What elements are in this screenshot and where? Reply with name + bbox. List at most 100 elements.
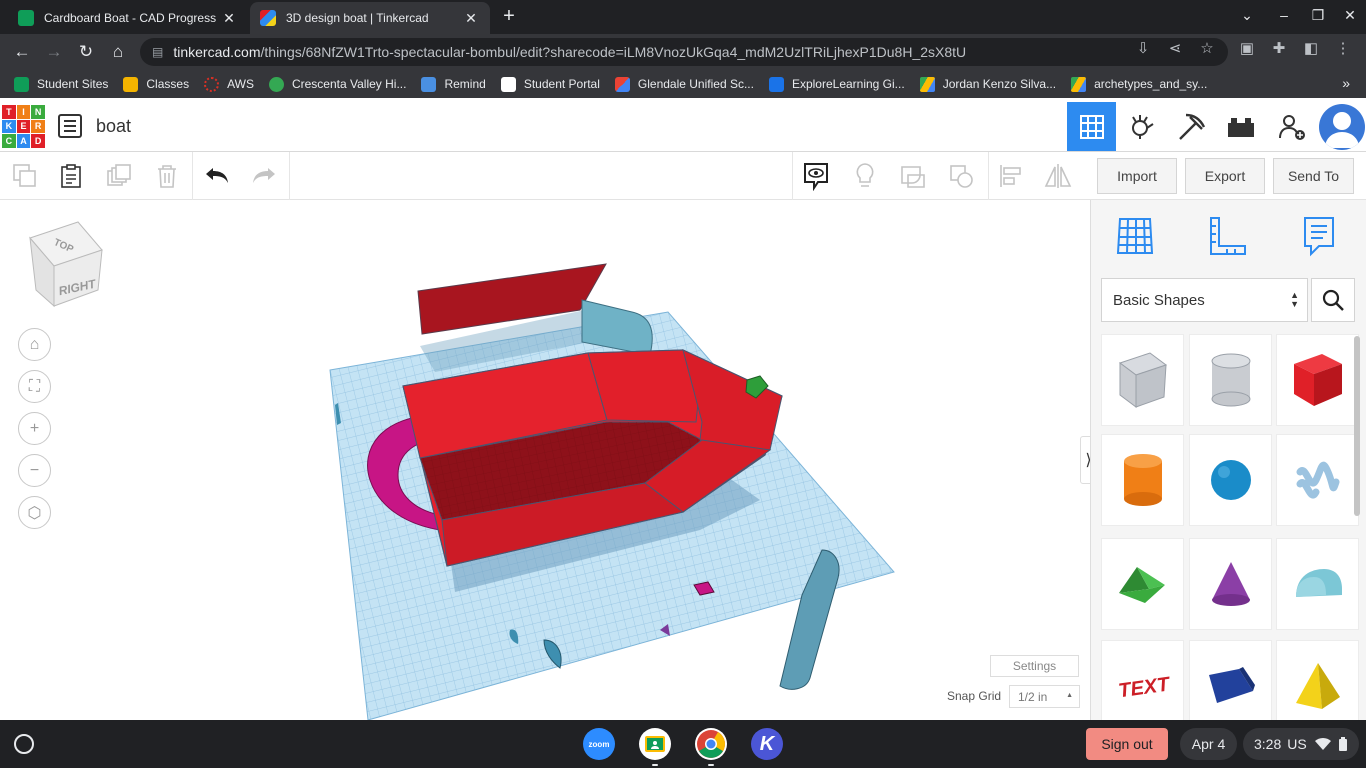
- panel-scrollbar[interactable]: [1354, 336, 1360, 516]
- export-button[interactable]: Export: [1185, 158, 1265, 194]
- shape-roof[interactable]: [1101, 538, 1184, 630]
- bookmark-aws[interactable]: AWS: [204, 76, 254, 92]
- design-name[interactable]: boat: [96, 116, 131, 137]
- tab-search-icon[interactable]: ⌄: [1237, 7, 1257, 24]
- bookmark-classes[interactable]: Classes: [123, 76, 189, 92]
- zoom-app-label: zoom: [588, 739, 610, 749]
- zoom-in-icon[interactable]: +: [18, 412, 51, 445]
- bookmark-jordan-kenzo[interactable]: Jordan Kenzo Silva...: [919, 76, 1056, 92]
- share-icon[interactable]: ⋖: [1165, 39, 1185, 57]
- extension-icon[interactable]: ▣: [1237, 39, 1257, 57]
- zoom-out-icon[interactable]: −: [18, 454, 51, 487]
- shape-pyramid[interactable]: [1276, 640, 1359, 720]
- home-icon[interactable]: ⌂: [106, 40, 130, 64]
- collapse-panel-button[interactable]: ⟩: [1080, 436, 1090, 484]
- bookmark-explorelearning[interactable]: ExploreLearning Gi...: [768, 76, 905, 92]
- minimize-icon[interactable]: –: [1274, 7, 1294, 23]
- ortho-perspective-icon[interactable]: ⬡: [18, 496, 51, 529]
- workplane-tool-icon[interactable]: [1113, 214, 1157, 258]
- bookmark-remind[interactable]: Remind: [421, 76, 486, 92]
- minecraft-pickaxe-icon[interactable]: [1167, 102, 1216, 151]
- google-classroom-app-icon[interactable]: [639, 728, 671, 760]
- home-view-icon[interactable]: ⌂: [18, 328, 51, 361]
- shape-box-hole[interactable]: [1101, 334, 1184, 426]
- undo-icon[interactable]: [202, 161, 232, 191]
- bookmark-student-portal[interactable]: Student Portal: [500, 76, 600, 92]
- shape-library-select[interactable]: Basic Shapes ▲ ▼: [1101, 278, 1308, 322]
- browser-tab-tinkercad[interactable]: 3D design boat | Tinkercad ✕: [250, 2, 490, 34]
- side-panel-icon[interactable]: ◧: [1301, 39, 1321, 57]
- back-icon[interactable]: ←: [10, 40, 34, 64]
- duplicate-icon[interactable]: [104, 161, 134, 191]
- search-shapes-button[interactable]: [1311, 278, 1355, 322]
- import-button[interactable]: Import: [1097, 158, 1177, 194]
- send-to-button[interactable]: Send To: [1273, 158, 1354, 194]
- shape-half-sphere[interactable]: [1189, 640, 1272, 720]
- shape-text[interactable]: TEXT: [1101, 640, 1184, 720]
- chrome-menu-icon[interactable]: ⋮: [1333, 39, 1353, 57]
- lego-bricks-icon[interactable]: [1216, 102, 1265, 151]
- sign-out-button[interactable]: Sign out: [1086, 728, 1168, 760]
- design-list-icon[interactable]: [58, 114, 82, 138]
- fit-view-icon[interactable]: ⛶: [18, 370, 51, 403]
- browser-tab-cad-progress[interactable]: Cardboard Boat - CAD Progress ✕: [8, 2, 248, 34]
- workplane-canvas[interactable]: TOP RIGHT ⌂ ⛶ + − ⬡ Settings Snap Grid 1…: [0, 200, 1090, 720]
- delete-icon[interactable]: [152, 161, 182, 191]
- shape-box[interactable]: [1276, 334, 1359, 426]
- shape-round-roof[interactable]: [1276, 538, 1359, 630]
- close-tab-icon[interactable]: ✕: [220, 10, 238, 27]
- forward-icon[interactable]: →: [42, 40, 66, 64]
- more-bookmarks-icon[interactable]: »: [1342, 75, 1350, 91]
- shape-sphere[interactable]: [1189, 434, 1272, 526]
- toolbar-divider: [988, 152, 989, 200]
- snap-grid-select[interactable]: 1/2 in: [1009, 685, 1080, 708]
- paste-icon[interactable]: [56, 161, 86, 191]
- notes-visibility-icon[interactable]: [801, 161, 831, 191]
- shape-cylinder[interactable]: [1101, 434, 1184, 526]
- shape-scribble[interactable]: [1276, 434, 1359, 526]
- bookmark-star-icon[interactable]: ☆: [1197, 39, 1217, 57]
- zoom-app-icon[interactable]: zoom: [583, 728, 615, 760]
- bookmark-crescenta-valley[interactable]: Crescenta Valley Hi...: [268, 76, 406, 92]
- date-tray[interactable]: Apr 4: [1180, 728, 1237, 760]
- lightbulb-icon[interactable]: [850, 161, 880, 191]
- site-info-icon[interactable]: ▤: [152, 45, 163, 59]
- new-tab-button[interactable]: +: [498, 5, 520, 27]
- 3d-design-icon[interactable]: [1067, 102, 1116, 151]
- bookmark-student-sites[interactable]: Student Sites: [14, 76, 108, 92]
- tab-title: Cardboard Boat - CAD Progress: [44, 11, 217, 25]
- close-tab-icon[interactable]: ✕: [462, 10, 480, 27]
- kami-app-icon[interactable]: K: [751, 728, 783, 760]
- mirror-icon[interactable]: [1043, 161, 1073, 191]
- maximize-icon[interactable]: ❐: [1308, 7, 1328, 24]
- reload-icon[interactable]: ↻: [74, 40, 98, 64]
- bookmark-glendale-unified[interactable]: Glendale Unified Sc...: [614, 76, 754, 92]
- align-icon[interactable]: [996, 161, 1026, 191]
- 3d-scene[interactable]: [0, 200, 1090, 720]
- shape-cylinder-hole[interactable]: [1189, 334, 1272, 426]
- tinkercad-logo[interactable]: T I N K E R C A D: [2, 105, 45, 148]
- group-icon[interactable]: [898, 161, 928, 191]
- install-app-icon[interactable]: ⇩: [1133, 39, 1153, 57]
- shape-cone[interactable]: [1189, 538, 1272, 630]
- status-tray[interactable]: 3:28 US: [1243, 728, 1359, 760]
- chrome-app-icon[interactable]: [695, 728, 727, 760]
- logo-letter: E: [16, 119, 31, 134]
- invite-user-icon[interactable]: [1267, 102, 1316, 151]
- logo-letter: I: [16, 105, 31, 119]
- ungroup-icon[interactable]: [947, 161, 977, 191]
- circuits-icon[interactable]: [1117, 102, 1166, 151]
- launcher-icon[interactable]: [14, 734, 34, 754]
- avatar[interactable]: [1319, 104, 1365, 150]
- notes-tool-icon[interactable]: [1297, 214, 1341, 258]
- logo-letter: K: [2, 119, 16, 134]
- copy-icon[interactable]: [10, 161, 40, 191]
- settings-button[interactable]: Settings: [990, 655, 1079, 677]
- ruler-tool-icon[interactable]: [1205, 214, 1249, 258]
- close-window-icon[interactable]: ✕: [1340, 7, 1360, 24]
- bookmark-archetypes[interactable]: archetypes_and_sy...: [1071, 76, 1207, 92]
- view-cube[interactable]: TOP RIGHT: [26, 220, 106, 313]
- redo-icon[interactable]: [249, 161, 279, 191]
- address-bar[interactable]: ▤ tinkercad.com/things/68NfZW1Trto-spect…: [140, 38, 1228, 66]
- extensions-puzzle-icon[interactable]: ✚: [1269, 39, 1289, 57]
